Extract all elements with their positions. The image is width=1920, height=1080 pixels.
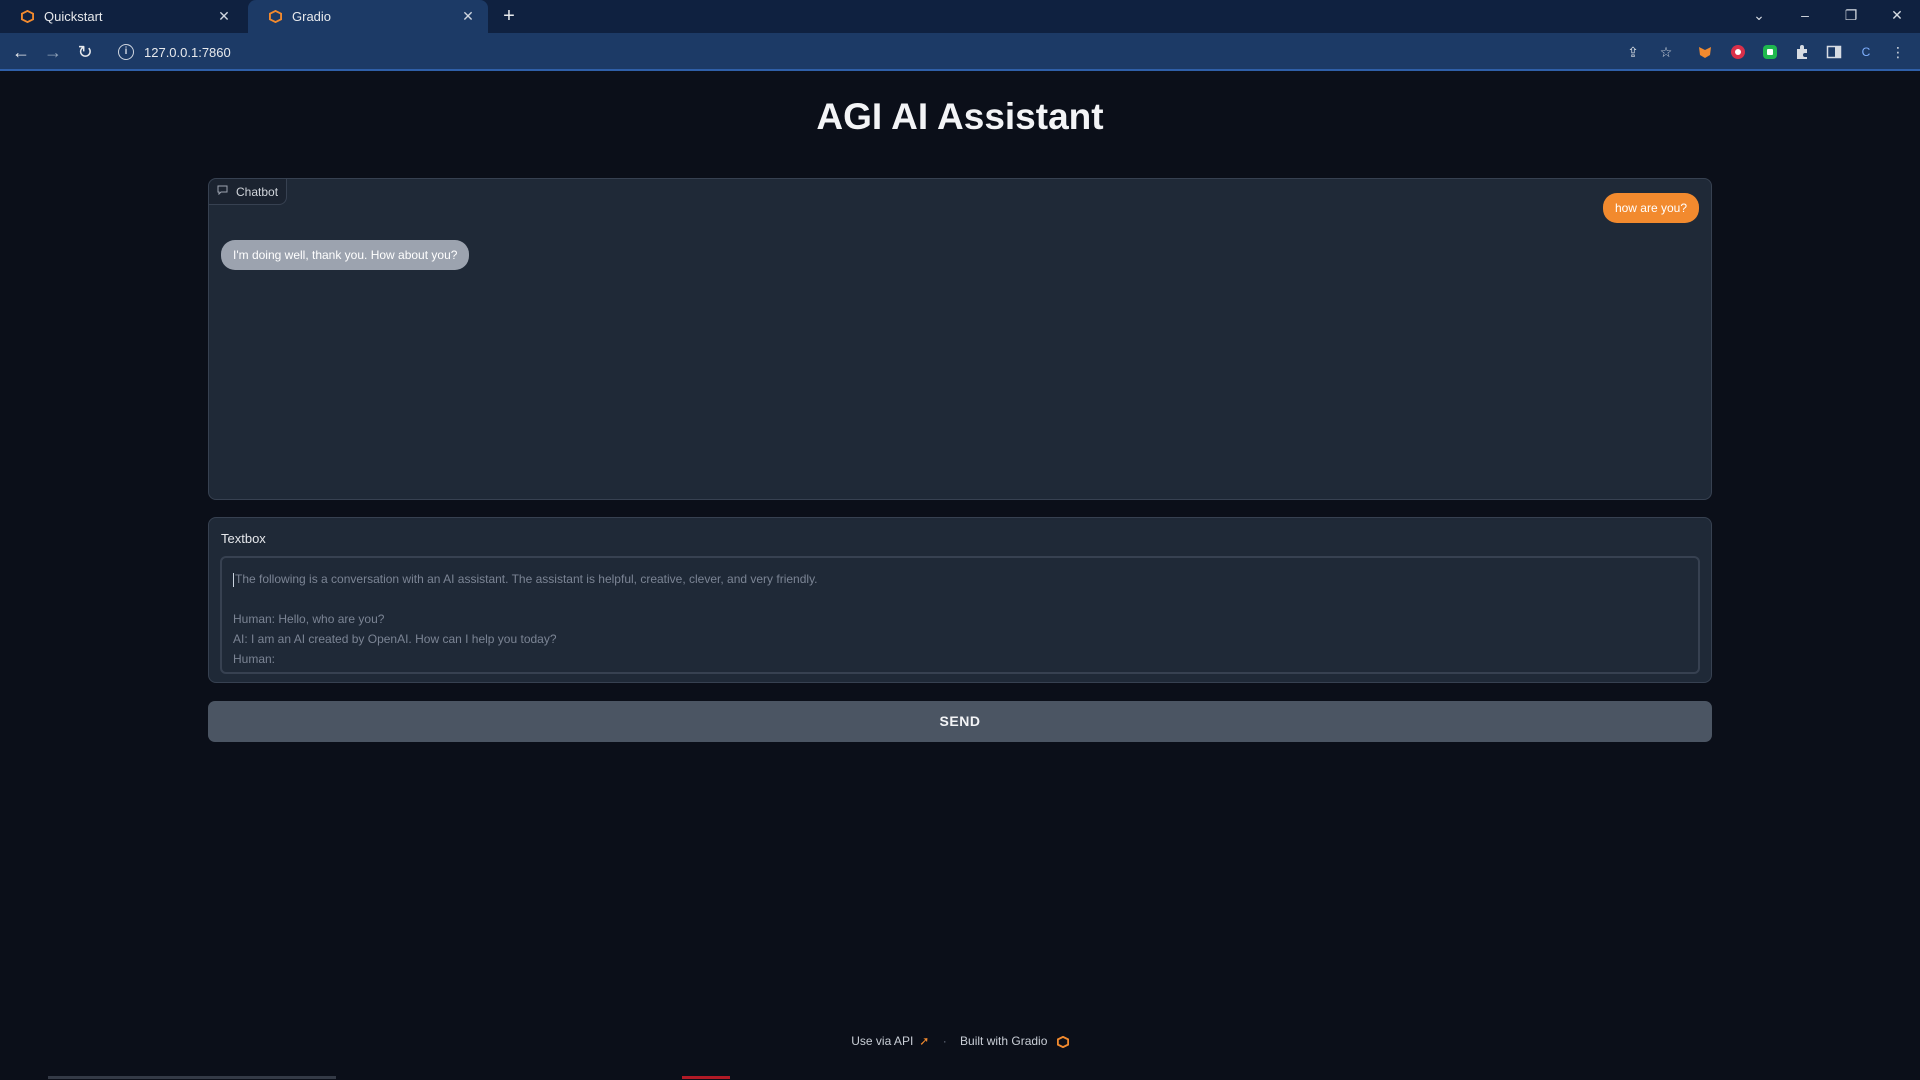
prompt-text: The following is a conversation with an … <box>233 572 818 666</box>
footer: Use via API ➚ · Built with Gradio <box>0 1034 1920 1049</box>
browser-tab-bar: Quickstart ✕ Gradio ✕ + ⌄ – ❐ ✕ <box>0 0 1920 33</box>
side-panel-icon[interactable] <box>1824 42 1844 62</box>
restore-icon[interactable]: ❐ <box>1840 4 1862 26</box>
minimize-icon[interactable]: – <box>1794 4 1816 26</box>
site-info-icon[interactable]: i <box>118 44 134 60</box>
rocket-icon: ➚ <box>919 1034 930 1048</box>
bottom-progress-strip <box>0 1076 1920 1080</box>
address-url: 127.0.0.1:7860 <box>144 44 231 60</box>
metamask-extension-icon[interactable] <box>1695 42 1715 62</box>
red-extension-icon[interactable] <box>1728 42 1748 62</box>
tab-label: Quickstart <box>44 9 103 24</box>
textbox-label: Textbox <box>221 531 266 546</box>
chat-bubble-icon <box>217 185 228 198</box>
gradio-favicon-icon <box>20 10 34 24</box>
text-caret <box>233 572 234 587</box>
profile-avatar-icon[interactable]: C <box>1856 42 1876 62</box>
footer-separator: · <box>942 1034 947 1048</box>
gradio-logo-icon <box>1053 1034 1069 1049</box>
reload-icon[interactable]: ↻ <box>74 41 96 63</box>
chatbot-panel: Chatbot how are you? I'm doing well, tha… <box>208 178 1712 500</box>
forward-arrow-icon[interactable]: → <box>42 41 64 63</box>
close-tab-icon[interactable]: ✕ <box>460 8 476 24</box>
tab-search-chevron-icon[interactable]: ⌄ <box>1748 4 1770 26</box>
browser-toolbar: ← → ↻ i 127.0.0.1:7860 ⇪ ☆ C ⋮ <box>0 33 1920 71</box>
bookmark-star-icon[interactable]: ☆ <box>1656 42 1676 62</box>
strip-segment <box>48 1076 336 1079</box>
built-with-gradio-link[interactable]: Built with Gradio <box>960 1034 1047 1048</box>
prompt-textarea[interactable]: The following is a conversation with an … <box>220 556 1700 674</box>
use-via-api-link[interactable]: Use via API <box>851 1034 913 1048</box>
browser-tab-quickstart[interactable]: Quickstart ✕ <box>0 0 244 33</box>
close-tab-icon[interactable]: ✕ <box>216 8 232 24</box>
chatbot-label-text: Chatbot <box>236 184 279 199</box>
window-close-icon[interactable]: ✕ <box>1886 4 1908 26</box>
page-title: AGI AI Assistant <box>816 96 1104 137</box>
extensions-puzzle-icon[interactable] <box>1792 42 1812 62</box>
textbox-panel: Textbox The following is a conversation … <box>208 517 1712 683</box>
tab-label: Gradio <box>292 9 332 24</box>
bot-message-bubble: I'm doing well, thank you. How about you… <box>221 240 470 270</box>
kebab-menu-icon[interactable]: ⋮ <box>1888 42 1908 62</box>
green-extension-icon[interactable] <box>1760 42 1780 62</box>
gradio-favicon-icon <box>268 10 282 24</box>
strip-segment <box>682 1076 730 1079</box>
user-message-bubble: how are you? <box>1602 193 1699 223</box>
share-icon[interactable]: ⇪ <box>1623 42 1643 62</box>
address-bar[interactable]: i 127.0.0.1:7860 <box>108 37 1728 67</box>
back-arrow-icon[interactable]: ← <box>10 41 32 63</box>
send-button[interactable]: SEND <box>208 701 1712 742</box>
browser-tab-gradio[interactable]: Gradio ✕ <box>248 0 488 33</box>
chatbot-label: Chatbot <box>209 179 288 205</box>
new-tab-plus-icon[interactable]: + <box>498 5 520 27</box>
